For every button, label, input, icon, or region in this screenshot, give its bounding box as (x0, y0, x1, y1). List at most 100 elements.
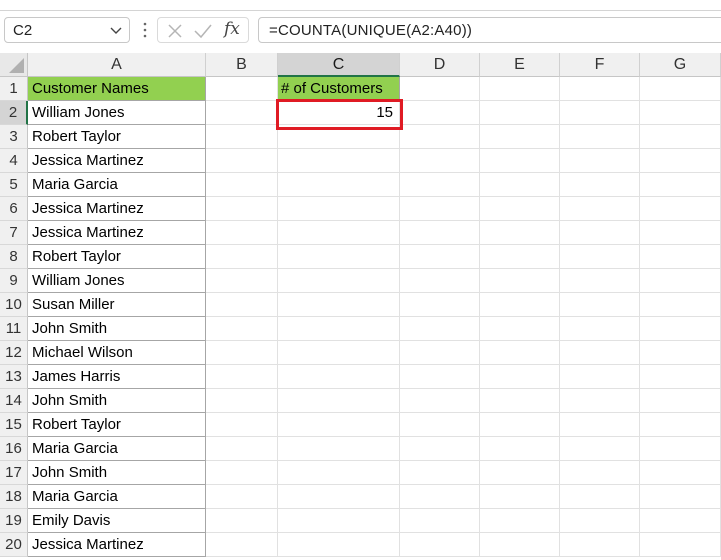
empty-cell[interactable] (206, 149, 278, 173)
more-options-icon[interactable] (142, 20, 148, 40)
column-header-b[interactable]: B (206, 53, 278, 77)
empty-cell[interactable] (400, 101, 480, 125)
empty-cell[interactable] (640, 365, 721, 389)
empty-cell[interactable] (560, 509, 640, 533)
empty-cell[interactable] (400, 125, 480, 149)
empty-cell[interactable] (206, 293, 278, 317)
empty-cell[interactable] (206, 509, 278, 533)
empty-cell[interactable] (480, 461, 560, 485)
customer-name-cell[interactable]: Susan Miller (28, 293, 206, 317)
empty-cell[interactable] (400, 77, 480, 101)
column-header-a[interactable]: A (28, 53, 206, 77)
empty-cell[interactable] (400, 269, 480, 293)
empty-cell[interactable] (400, 173, 480, 197)
empty-cell[interactable] (560, 101, 640, 125)
empty-cell[interactable] (640, 197, 721, 221)
empty-cell[interactable] (640, 533, 721, 557)
row-header-11[interactable]: 11 (0, 317, 28, 341)
empty-cell[interactable] (640, 509, 721, 533)
empty-cell[interactable] (560, 389, 640, 413)
empty-cell[interactable] (278, 437, 400, 461)
empty-cell[interactable] (560, 317, 640, 341)
empty-cell[interactable] (480, 125, 560, 149)
empty-cell[interactable] (206, 533, 278, 557)
empty-cell[interactable] (480, 413, 560, 437)
empty-cell[interactable] (560, 149, 640, 173)
column-header-d[interactable]: D (400, 53, 480, 77)
empty-cell[interactable] (560, 341, 640, 365)
empty-cell[interactable] (640, 389, 721, 413)
row-header-18[interactable]: 18 (0, 485, 28, 509)
empty-cell[interactable] (560, 485, 640, 509)
empty-cell[interactable] (480, 485, 560, 509)
row-header-7[interactable]: 7 (0, 221, 28, 245)
empty-cell[interactable] (278, 245, 400, 269)
empty-cell[interactable] (400, 341, 480, 365)
empty-cell[interactable] (480, 509, 560, 533)
empty-cell[interactable] (278, 485, 400, 509)
empty-cell[interactable] (278, 173, 400, 197)
empty-cell[interactable] (560, 125, 640, 149)
empty-cell[interactable] (206, 341, 278, 365)
empty-cell[interactable] (278, 221, 400, 245)
empty-cell[interactable] (480, 293, 560, 317)
empty-cell[interactable] (640, 125, 721, 149)
row-header-14[interactable]: 14 (0, 389, 28, 413)
customer-name-cell[interactable]: Maria Garcia (28, 437, 206, 461)
empty-cell[interactable] (278, 509, 400, 533)
empty-cell[interactable] (560, 533, 640, 557)
column-header-c[interactable]: C (278, 53, 400, 77)
empty-cell[interactable] (206, 413, 278, 437)
empty-cell[interactable] (480, 101, 560, 125)
empty-cell[interactable] (400, 317, 480, 341)
chevron-down-icon[interactable] (109, 23, 123, 37)
empty-cell[interactable] (480, 245, 560, 269)
column-header-g[interactable]: G (640, 53, 721, 77)
empty-cell[interactable] (640, 173, 721, 197)
customer-name-cell[interactable]: John Smith (28, 389, 206, 413)
row-header-20[interactable]: 20 (0, 533, 28, 557)
empty-cell[interactable] (560, 269, 640, 293)
empty-cell[interactable] (640, 77, 721, 101)
customer-name-cell[interactable]: Maria Garcia (28, 173, 206, 197)
empty-cell[interactable] (640, 149, 721, 173)
empty-cell[interactable] (206, 485, 278, 509)
row-header-12[interactable]: 12 (0, 341, 28, 365)
empty-cell[interactable] (206, 437, 278, 461)
empty-cell[interactable] (640, 437, 721, 461)
empty-cell[interactable] (278, 389, 400, 413)
customer-name-cell[interactable]: Robert Taylor (28, 245, 206, 269)
empty-cell[interactable] (206, 221, 278, 245)
empty-cell[interactable] (480, 221, 560, 245)
customer-name-cell[interactable]: Jessica Martinez (28, 197, 206, 221)
customers-count-header[interactable]: # of Customers (278, 77, 400, 101)
customer-name-cell[interactable]: James Harris (28, 365, 206, 389)
empty-cell[interactable] (480, 389, 560, 413)
empty-cell[interactable] (560, 413, 640, 437)
empty-cell[interactable] (400, 437, 480, 461)
empty-cell[interactable] (278, 293, 400, 317)
row-header-19[interactable]: 19 (0, 509, 28, 533)
empty-cell[interactable] (480, 269, 560, 293)
empty-cell[interactable] (206, 269, 278, 293)
row-header-4[interactable]: 4 (0, 149, 28, 173)
customer-name-cell[interactable]: John Smith (28, 461, 206, 485)
empty-cell[interactable] (640, 101, 721, 125)
empty-cell[interactable] (480, 365, 560, 389)
empty-cell[interactable] (400, 461, 480, 485)
row-header-13[interactable]: 13 (0, 365, 28, 389)
customer-name-cell[interactable]: Jessica Martinez (28, 221, 206, 245)
empty-cell[interactable] (400, 221, 480, 245)
empty-cell[interactable] (560, 221, 640, 245)
enter-check-icon[interactable] (193, 22, 213, 40)
empty-cell[interactable] (278, 533, 400, 557)
empty-cell[interactable] (640, 221, 721, 245)
row-header-15[interactable]: 15 (0, 413, 28, 437)
empty-cell[interactable] (640, 461, 721, 485)
empty-cell[interactable] (278, 125, 400, 149)
empty-cell[interactable] (640, 317, 721, 341)
customer-name-cell[interactable]: Emily Davis (28, 509, 206, 533)
empty-cell[interactable] (206, 197, 278, 221)
empty-cell[interactable] (278, 365, 400, 389)
row-header-16[interactable]: 16 (0, 437, 28, 461)
